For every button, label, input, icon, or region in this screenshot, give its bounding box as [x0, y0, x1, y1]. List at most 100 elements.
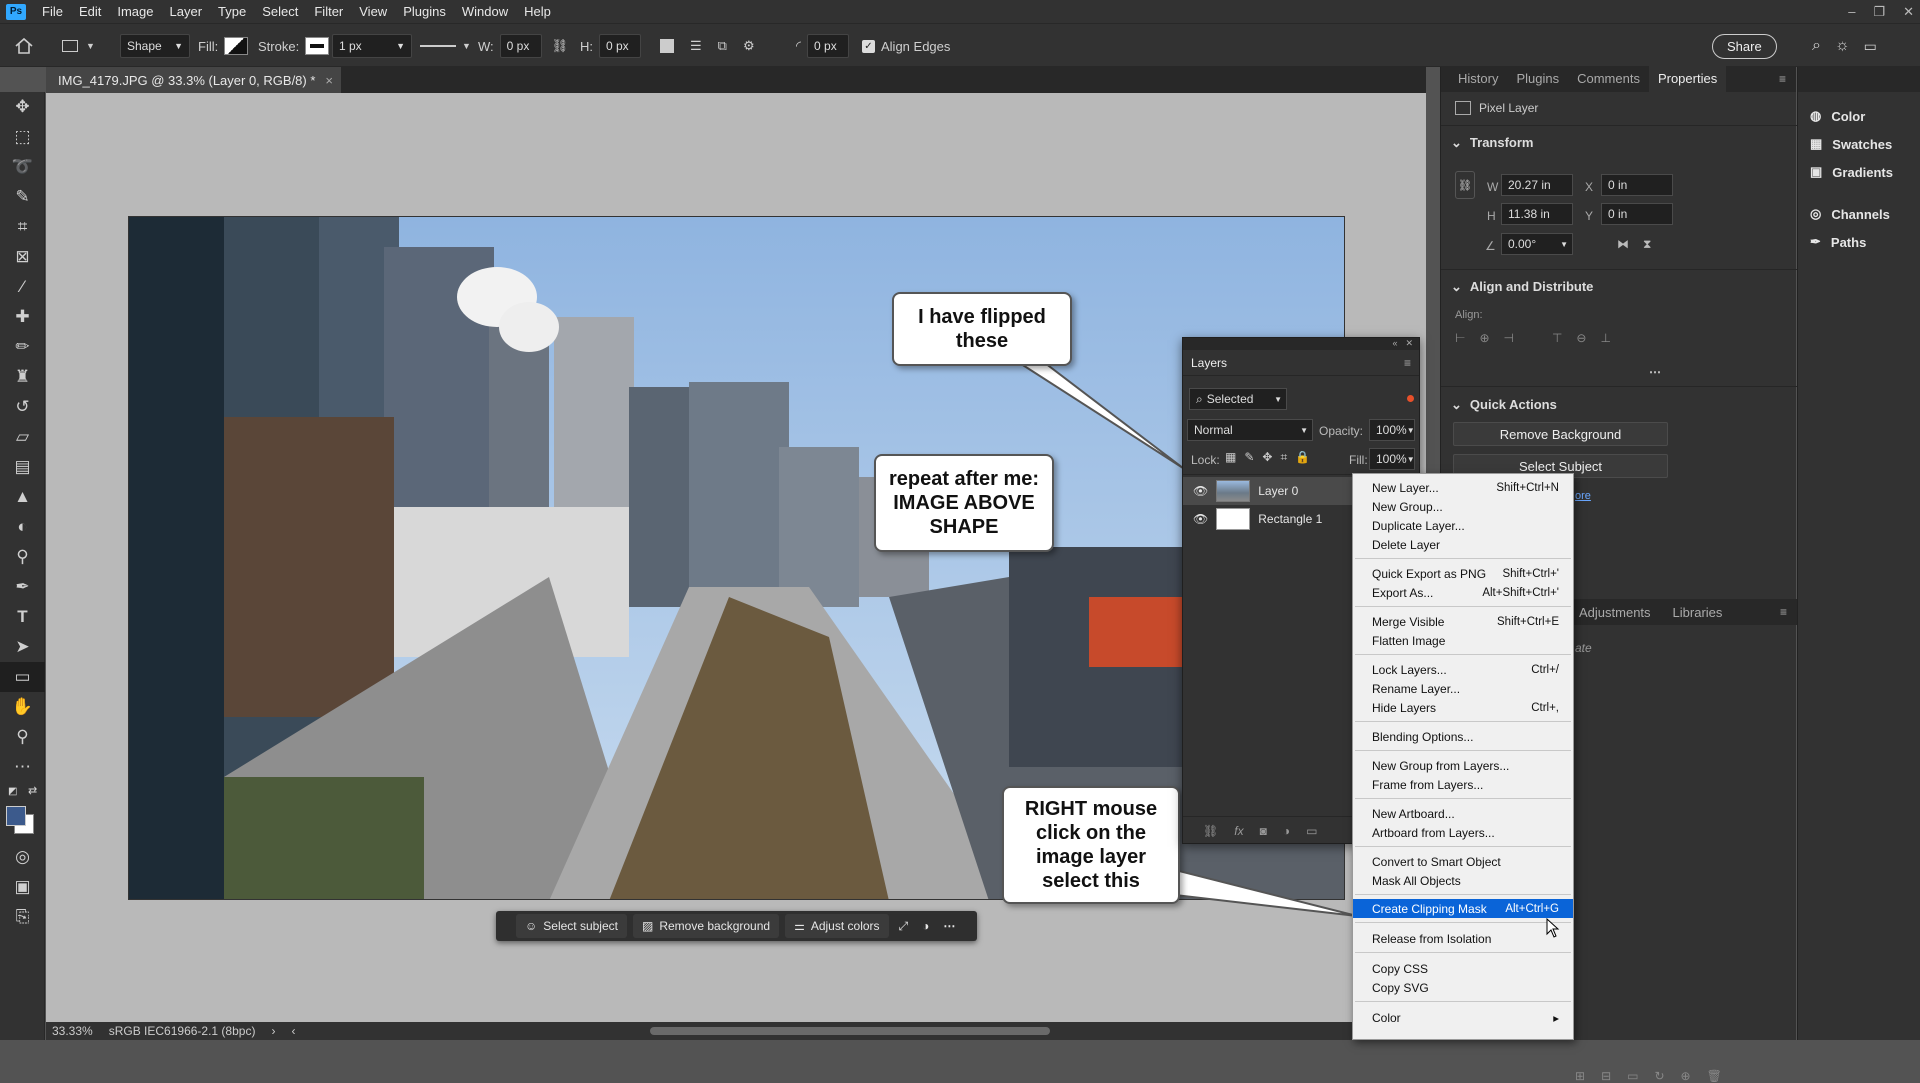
menu-image[interactable]: Image: [109, 0, 161, 23]
add-mask-icon[interactable]: ◙: [1260, 824, 1267, 838]
align-middle-icon[interactable]: ⊖: [1576, 331, 1586, 345]
y-input[interactable]: 0 in: [1601, 203, 1673, 225]
checkbox-checked-icon[interactable]: ✓: [862, 39, 875, 53]
stroke-control[interactable]: Stroke:: [258, 24, 330, 68]
history-brush-tool-icon[interactable]: ↺: [0, 392, 45, 422]
opacity-input[interactable]: 100% ▼: [1369, 419, 1415, 441]
panel-menu-icon[interactable]: ≡: [1404, 356, 1411, 370]
tab-history[interactable]: History: [1449, 65, 1507, 92]
tool-preset-picker[interactable]: ▼: [62, 24, 95, 68]
quick-mask-icon[interactable]: ◎: [0, 842, 45, 872]
transform-section-header[interactable]: ⌄ Transform: [1451, 135, 1533, 151]
workspace-icon[interactable]: ▭: [1864, 38, 1877, 55]
magnifier-icon[interactable]: ⚲: [0, 542, 45, 572]
move-tool-icon[interactable]: ✥: [0, 92, 45, 122]
link-icon[interactable]: ⛓: [552, 38, 569, 54]
transform-icon[interactable]: ⤢: [899, 919, 909, 934]
quick-actions-header[interactable]: ⌄ Quick Actions: [1451, 397, 1557, 413]
w-input[interactable]: 20.27 in: [1501, 174, 1573, 196]
link-icon[interactable]: ⛓: [1455, 171, 1475, 199]
filter-toggle-icon[interactable]: [1407, 395, 1414, 402]
frame-tool-icon[interactable]: ⊠: [0, 242, 45, 272]
align-bottom-icon[interactable]: ⊥: [1600, 331, 1610, 345]
menu-file[interactable]: File: [34, 0, 71, 23]
panel-menu-icon[interactable]: ≡: [1780, 605, 1787, 619]
screen-mode-icon[interactable]: ▣: [0, 872, 45, 902]
horizontal-scrollbar[interactable]: [650, 1027, 1050, 1035]
menu-item-release-isolation[interactable]: Release from Isolation: [1353, 929, 1573, 948]
flip-vertical-icon[interactable]: ⧗: [1643, 237, 1651, 252]
restore-icon[interactable]: ❐: [1873, 4, 1885, 20]
dock-item-paths[interactable]: ✒ Paths: [1798, 228, 1920, 256]
menu-plugins[interactable]: Plugins: [395, 0, 454, 23]
stroke-swatch[interactable]: [305, 37, 330, 55]
menu-filter[interactable]: Filter: [306, 0, 351, 23]
menu-item-duplicate-layer[interactable]: Duplicate Layer...: [1353, 516, 1573, 535]
zoom-tool-icon[interactable]: ⚲: [0, 722, 45, 752]
menu-item-artboard-from-layers[interactable]: Artboard from Layers...: [1353, 823, 1573, 842]
layer-name[interactable]: Layer 0: [1258, 484, 1298, 498]
fx-icon[interactable]: fx: [1234, 824, 1243, 838]
menu-item-color[interactable]: Color ▸: [1353, 1008, 1573, 1027]
add-layer-icon[interactable]: ⊕: [1681, 1069, 1691, 1083]
remove-background-button[interactable]: ▨ Remove background: [632, 914, 780, 938]
lasso-tool-icon[interactable]: ➰: [0, 152, 45, 182]
menu-item-new-layer[interactable]: New Layer... Shift+Ctrl+N: [1353, 478, 1573, 497]
refresh-icon[interactable]: ↻: [1654, 1069, 1664, 1083]
menu-item-new-group-from-layers[interactable]: New Group from Layers...: [1353, 756, 1573, 775]
align-edges-checkbox[interactable]: ✓ Align Edges: [862, 24, 950, 68]
type-tool-icon[interactable]: T: [0, 602, 45, 632]
tab-properties[interactable]: Properties: [1648, 65, 1727, 92]
layer-name[interactable]: Rectangle 1: [1258, 512, 1322, 526]
menu-item-flatten-image[interactable]: Flatten Image: [1353, 631, 1573, 650]
menu-item-merge-visible[interactable]: Merge Visible Shift+Ctrl+E: [1353, 612, 1573, 631]
path-operations-icon[interactable]: [660, 39, 674, 53]
menu-help[interactable]: Help: [516, 0, 559, 23]
default-colors-icon[interactable]: ◩: [8, 786, 17, 797]
blur-tool-icon[interactable]: ▲: [0, 482, 45, 512]
fill-swatch[interactable]: [224, 37, 249, 55]
menu-item-new-artboard[interactable]: New Artboard...: [1353, 804, 1573, 823]
menu-window[interactable]: Window: [454, 0, 516, 23]
menu-item-blending-options[interactable]: Blending Options...: [1353, 727, 1573, 746]
marquee-tool-icon[interactable]: ⬚: [0, 122, 45, 152]
panel-menu-icon[interactable]: ≡: [1769, 66, 1796, 92]
adjust-layer-icon[interactable]: ⊟: [1601, 1069, 1611, 1083]
flip-horizontal-icon[interactable]: ⧓: [1617, 237, 1629, 251]
adjustment-layer-icon[interactable]: ◑: [1283, 824, 1290, 838]
lock-artboard-icon[interactable]: ⌗: [1280, 450, 1287, 465]
foreground-color-swatch[interactable]: [6, 806, 26, 826]
remove-background-button[interactable]: Remove Background: [1453, 422, 1668, 446]
share-button[interactable]: Share: [1712, 33, 1777, 59]
gear-icon[interactable]: ⚙: [743, 38, 755, 54]
document-tab[interactable]: IMG_4179.JPG @ 33.3% (Layer 0, RGB/8) * …: [46, 67, 341, 93]
menu-edit[interactable]: Edit: [71, 0, 109, 23]
menu-item-copy-svg[interactable]: Copy SVG: [1353, 978, 1573, 997]
tab-adjustments[interactable]: Adjustments: [1579, 605, 1651, 620]
select-subject-button[interactable]: ☺ Select subject: [516, 914, 627, 938]
more-align-icon[interactable]: ⋯: [1649, 365, 1661, 379]
menu-item-delete-layer[interactable]: Delete Layer: [1353, 535, 1573, 554]
blend-mode-select[interactable]: Normal ▼: [1187, 419, 1313, 441]
edit-toolbar-icon[interactable]: ⎘: [0, 902, 45, 932]
path-alignment-icon[interactable]: ☰: [690, 38, 702, 54]
tab-plugins[interactable]: Plugins: [1507, 65, 1568, 92]
h-input[interactable]: 0 px: [599, 34, 641, 58]
stroke-type-select[interactable]: ▼: [420, 24, 471, 68]
brush-tool-icon[interactable]: ✏: [0, 332, 45, 362]
learn-more-link[interactable]: ore: [1575, 490, 1591, 502]
quick-selection-tool-icon[interactable]: ✎: [0, 182, 45, 212]
clone-stamp-tool-icon[interactable]: ♜: [0, 362, 45, 392]
trash-icon[interactable]: 🗑: [1707, 1069, 1722, 1083]
menu-item-export-as[interactable]: Export As... Alt+Shift+Ctrl+': [1353, 583, 1573, 602]
layers-tab[interactable]: Layers: [1191, 356, 1227, 370]
adjustment-icon[interactable]: ◑: [922, 919, 929, 933]
layers-panel-titlebar[interactable]: «✕: [1183, 338, 1419, 350]
chevron-right-icon[interactable]: ›: [271, 1024, 275, 1038]
path-arrangement-icon[interactable]: ⧉: [718, 38, 727, 54]
home-icon[interactable]: [14, 24, 34, 68]
lock-transparent-icon[interactable]: ▦: [1225, 450, 1236, 465]
menu-select[interactable]: Select: [254, 0, 306, 23]
shape-mode-select[interactable]: Shape ▼: [120, 34, 190, 58]
folder-icon[interactable]: ▭: [1627, 1069, 1638, 1083]
